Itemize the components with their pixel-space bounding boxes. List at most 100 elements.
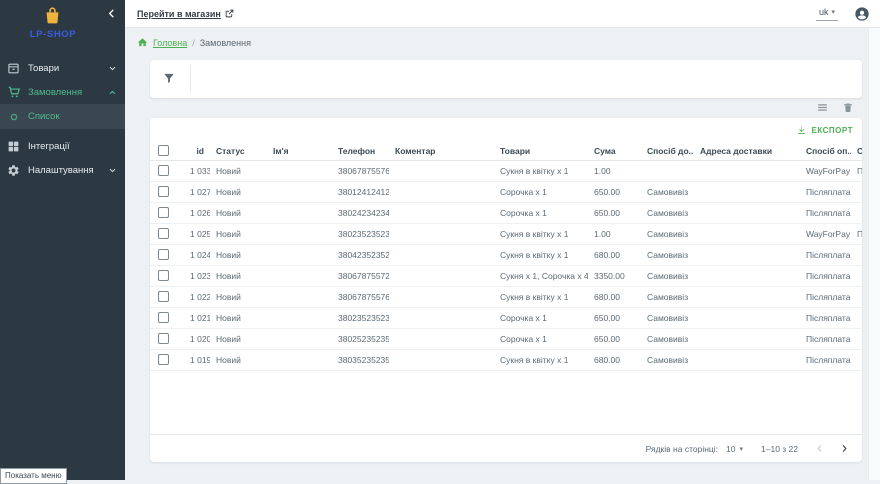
- row-checkbox[interactable]: [158, 312, 169, 323]
- cell-10: [851, 286, 862, 307]
- cell-6: 680.00: [588, 349, 641, 370]
- column-header-9[interactable]: Спосіб оп...: [800, 142, 851, 160]
- cell-0: 1 026: [184, 202, 210, 223]
- select-all-checkbox[interactable]: [158, 145, 169, 156]
- cell-7: Самовивіз: [641, 307, 694, 328]
- cell-3: 380352352353: [332, 349, 389, 370]
- cell-9: Післяплата: [800, 181, 851, 202]
- table-empty-area: [150, 371, 862, 435]
- row-checkbox[interactable]: [158, 228, 169, 239]
- cell-9: Післяплата: [800, 265, 851, 286]
- cell-10: [851, 349, 862, 370]
- column-header-3[interactable]: Телефон: [332, 142, 389, 160]
- cell-3: 380423523523: [332, 244, 389, 265]
- table-row[interactable]: 1 019Новий380352352353Сукня в квітку x 1…: [150, 349, 862, 370]
- account-icon[interactable]: [854, 6, 870, 22]
- next-page-button[interactable]: [839, 443, 850, 454]
- column-header-7[interactable]: Спосіб до...: [641, 142, 694, 160]
- table-row[interactable]: 1 025Новий380235235235Сукня в квітку x 1…: [150, 223, 862, 244]
- sidebar-item-settings[interactable]: Налаштування: [0, 158, 125, 182]
- store-link[interactable]: Перейти в магазин: [137, 9, 234, 19]
- cell-10: [851, 328, 862, 349]
- cell-3: 380242342342: [332, 202, 389, 223]
- row-checkbox[interactable]: [158, 291, 169, 302]
- orders-table: idСтатусІм'яТелефонКоментарТовариСумаСпо…: [150, 142, 862, 371]
- row-checkbox[interactable]: [158, 354, 169, 365]
- column-header-4[interactable]: Коментар: [389, 142, 494, 160]
- column-header-10[interactable]: С: [851, 142, 862, 160]
- sidebar-item-integrations[interactable]: Інтеграції: [0, 134, 125, 158]
- cell-6: 680.00: [588, 286, 641, 307]
- column-header-8[interactable]: Адреса доставки: [694, 142, 800, 160]
- topbar: Перейти в магазин uk ▾: [125, 0, 880, 28]
- cell-7: Самовивіз: [641, 265, 694, 286]
- previous-page-button[interactable]: [814, 443, 825, 454]
- cell-1: Новий: [210, 244, 267, 265]
- column-header-1[interactable]: Статус: [210, 142, 267, 160]
- column-header-6[interactable]: Сума: [588, 142, 641, 160]
- row-checkbox-cell: [150, 202, 184, 223]
- pagination-range: 1–10 з 22: [761, 444, 798, 454]
- cell-3: 380678755765: [332, 160, 389, 181]
- cell-1: Новий: [210, 349, 267, 370]
- cell-0: 1 027: [184, 181, 210, 202]
- language-select[interactable]: uk ▾: [816, 7, 838, 21]
- row-checkbox[interactable]: [158, 270, 169, 281]
- table-row[interactable]: 1 023Новий380678755722Сукня x 1, Сорочка…: [150, 265, 862, 286]
- cell-3: 380235235235: [332, 307, 389, 328]
- table-row[interactable]: 1 027Новий380124124124Сорочка x 1650.00С…: [150, 181, 862, 202]
- cell-10: П: [851, 223, 862, 244]
- sidebar-item-orders[interactable]: Замовлення: [0, 80, 125, 104]
- table-body: 1 033Новий380678755765Сукня в квітку x 1…: [150, 160, 862, 370]
- cell-1: Новий: [210, 307, 267, 328]
- cell-6: 650.00: [588, 307, 641, 328]
- sidebar-nav: ТовариЗамовленняСписок Інтеграції Налаштув…: [0, 56, 125, 182]
- cart-icon: [6, 85, 21, 100]
- cell-9: Післяплата: [800, 286, 851, 307]
- table-row[interactable]: 1 022Новий380678755765Сукня в квітку x 1…: [150, 286, 862, 307]
- table-row[interactable]: 1 024Новий380423523523Сукня в квітку x 1…: [150, 244, 862, 265]
- cell-2: [267, 265, 332, 286]
- table-row[interactable]: 1 026Новий380242342342Сорочка x 1650.00С…: [150, 202, 862, 223]
- cell-0: 1 021: [184, 307, 210, 328]
- table-row[interactable]: 1 033Новий380678755765Сукня в квітку x 1…: [150, 160, 862, 181]
- collapse-sidebar-icon[interactable]: [106, 8, 117, 19]
- caret-down-icon: ▾: [740, 445, 744, 453]
- column-settings-icon[interactable]: [816, 101, 829, 114]
- sidebar-item-orders-list[interactable]: Список: [0, 104, 125, 129]
- row-checkbox[interactable]: [158, 249, 169, 260]
- row-checkbox[interactable]: [158, 333, 169, 344]
- store-link-label: Перейти в магазин: [137, 9, 221, 19]
- cell-9: Післяплата: [800, 328, 851, 349]
- rows-per-page-select[interactable]: 10 ▾: [726, 444, 743, 454]
- table-row[interactable]: 1 020Новий380252352352Сорочка x 1650.00С…: [150, 328, 862, 349]
- export-button[interactable]: ЕКСПОРТ: [796, 125, 853, 136]
- row-checkbox[interactable]: [158, 186, 169, 197]
- cell-7: Самовивіз: [641, 181, 694, 202]
- cell-5: Сукня в квітку x 1: [494, 244, 588, 265]
- sidebar: LP-SHOP ТовариЗамовленняСписок Інтеграції…: [0, 0, 125, 480]
- app-logo-text[interactable]: LP-SHOP: [0, 29, 106, 40]
- row-checkbox[interactable]: [158, 207, 169, 218]
- scrollbar-track[interactable]: [868, 28, 880, 480]
- column-header-5[interactable]: Товари: [494, 142, 588, 160]
- sidebar-item-products[interactable]: Товари: [0, 56, 125, 80]
- external-link-icon: [225, 9, 234, 18]
- column-header-0[interactable]: id: [184, 142, 210, 160]
- column-header-2[interactable]: Ім'я: [267, 142, 332, 160]
- table-row[interactable]: 1 021Новий380235235235Сорочка x 1650.00С…: [150, 307, 862, 328]
- breadcrumb-current: Замовлення: [200, 38, 251, 48]
- cell-2: [267, 202, 332, 223]
- breadcrumb-home-link[interactable]: Головна: [153, 38, 187, 48]
- filter-icon[interactable]: [162, 71, 176, 85]
- sidebar-item-label: Інтеграції: [28, 141, 70, 152]
- cell-8: [694, 307, 800, 328]
- cell-3: 380678755765: [332, 286, 389, 307]
- breadcrumb: Головна / Замовлення: [137, 37, 251, 48]
- table-header-row: idСтатусІм'яТелефонКоментарТовариСумаСпо…: [150, 142, 862, 160]
- row-checkbox-cell: [150, 160, 184, 181]
- language-value: uk: [819, 7, 829, 17]
- box-icon: [6, 61, 21, 76]
- row-checkbox[interactable]: [158, 165, 169, 176]
- delete-icon[interactable]: [842, 101, 854, 114]
